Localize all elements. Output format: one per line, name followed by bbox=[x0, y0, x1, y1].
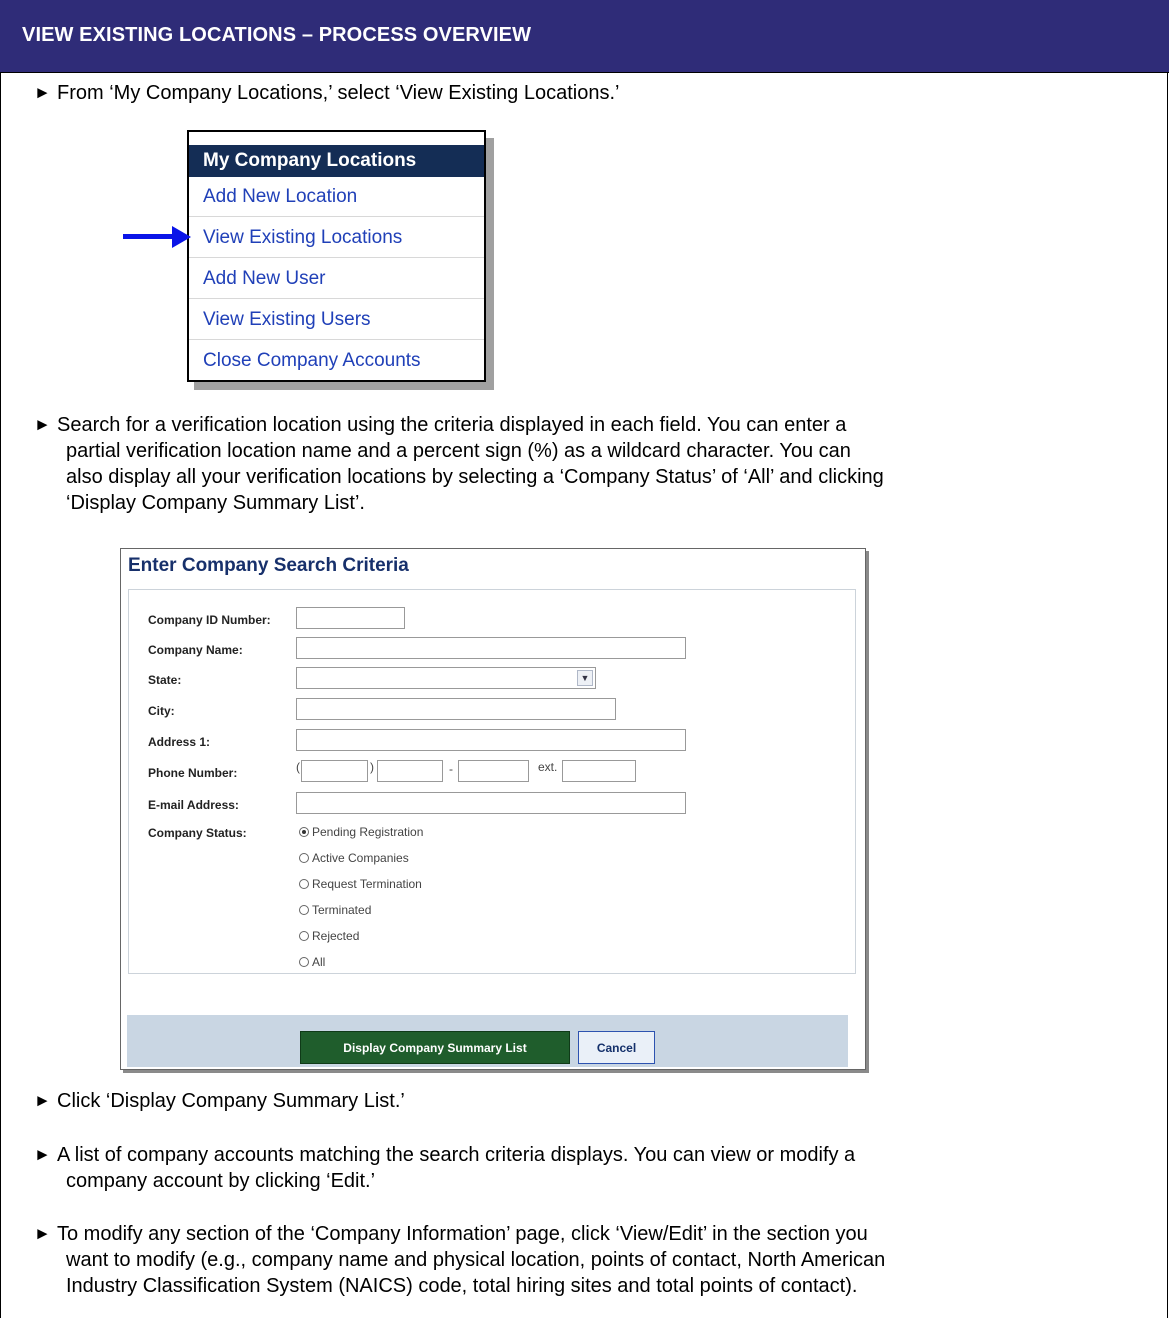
step-5-line-2: want to modify (e.g., company name and p… bbox=[66, 1249, 886, 1271]
state-label: State: bbox=[148, 673, 182, 687]
bullet-icon: ► bbox=[34, 1091, 51, 1110]
bullet-icon: ► bbox=[34, 1145, 51, 1164]
chevron-down-icon[interactable]: ▼ bbox=[577, 670, 593, 686]
section-header: VIEW EXISTING LOCATIONS – PROCESS OVERVI… bbox=[0, 0, 1169, 73]
phone-line-input[interactable] bbox=[458, 760, 529, 782]
company-name-input[interactable] bbox=[296, 637, 686, 659]
phone-ext-label: ext. bbox=[538, 760, 558, 774]
step-3-text: Click ‘Display Company Summary List.’ bbox=[57, 1090, 405, 1112]
email-input[interactable] bbox=[296, 792, 686, 814]
bullet-icon: ► bbox=[34, 83, 51, 102]
address-1-input[interactable] bbox=[296, 729, 686, 751]
menu-item-add-new-location[interactable]: Add New Location bbox=[203, 186, 357, 208]
bullet-icon: ► bbox=[34, 1224, 51, 1243]
status-option-all[interactable]: All bbox=[299, 955, 325, 969]
step-2-line-1: Search for a verification location using… bbox=[57, 414, 847, 436]
radio-icon[interactable] bbox=[299, 879, 309, 889]
pointer-arrow-head-icon bbox=[172, 226, 191, 248]
menu-item-add-new-user[interactable]: Add New User bbox=[203, 268, 326, 290]
company-locations-menu: My Company Locations Add New Location Vi… bbox=[187, 130, 486, 382]
company-status-label: Company Status: bbox=[148, 826, 247, 840]
phone-ext-input[interactable] bbox=[562, 760, 636, 782]
email-label: E-mail Address: bbox=[148, 798, 239, 812]
menu-divider bbox=[189, 216, 484, 217]
step-1-text: From ‘My Company Locations,’ select ‘Vie… bbox=[57, 82, 620, 104]
city-input[interactable] bbox=[296, 698, 616, 720]
status-option-request-termination[interactable]: Request Termination bbox=[299, 877, 422, 891]
address-1-label: Address 1: bbox=[148, 735, 211, 749]
phone-label: Phone Number: bbox=[148, 766, 238, 780]
radio-icon[interactable] bbox=[299, 853, 309, 863]
menu-item-view-existing-locations[interactable]: View Existing Locations bbox=[203, 227, 402, 249]
phone-prefix-input[interactable] bbox=[377, 760, 443, 782]
menu-divider bbox=[189, 298, 484, 299]
menu-item-close-company-accounts[interactable]: Close Company Accounts bbox=[203, 350, 421, 372]
state-select[interactable]: ▼ bbox=[296, 667, 596, 689]
city-label: City: bbox=[148, 704, 175, 718]
step-5-line-3: Industry Classification System (NAICS) c… bbox=[66, 1275, 858, 1297]
bullet-icon: ► bbox=[34, 415, 51, 434]
step-2-line-3: also display all your verification locat… bbox=[66, 466, 884, 488]
radio-icon[interactable] bbox=[299, 905, 309, 915]
phone-area-code-input[interactable] bbox=[301, 760, 368, 782]
search-panel-title: Enter Company Search Criteria bbox=[128, 555, 409, 576]
phone-open-paren: ( bbox=[296, 760, 300, 774]
status-option-rejected[interactable]: Rejected bbox=[299, 929, 359, 943]
cancel-button[interactable]: Cancel bbox=[578, 1031, 655, 1064]
menu-title: My Company Locations bbox=[203, 150, 417, 171]
menu-divider bbox=[189, 257, 484, 258]
menu-item-view-existing-users[interactable]: View Existing Users bbox=[203, 309, 371, 331]
step-2-line-2: partial verification location name and a… bbox=[66, 440, 851, 462]
phone-close-paren: ) bbox=[370, 760, 374, 774]
phone-dash: - bbox=[449, 762, 453, 776]
display-company-summary-list-button[interactable]: Display Company Summary List bbox=[300, 1031, 570, 1064]
step-4-line-2: company account by clicking ‘Edit.’ bbox=[66, 1170, 376, 1192]
radio-icon[interactable] bbox=[299, 931, 309, 941]
radio-selected-icon[interactable] bbox=[299, 827, 309, 837]
menu-header: My Company Locations bbox=[189, 145, 484, 177]
status-option-terminated[interactable]: Terminated bbox=[299, 903, 371, 917]
step-5-line-1: To modify any section of the ‘Company In… bbox=[57, 1223, 868, 1245]
status-option-active-companies[interactable]: Active Companies bbox=[299, 851, 409, 865]
company-name-label: Company Name: bbox=[148, 643, 243, 657]
step-4-line-1: A list of company accounts matching the … bbox=[57, 1144, 856, 1166]
page-title: VIEW EXISTING LOCATIONS – PROCESS OVERVI… bbox=[22, 24, 532, 46]
company-id-input[interactable] bbox=[296, 607, 405, 629]
pointer-arrow-icon bbox=[123, 234, 175, 239]
radio-icon[interactable] bbox=[299, 957, 309, 967]
menu-divider bbox=[189, 339, 484, 340]
status-option-pending-registration[interactable]: Pending Registration bbox=[299, 825, 423, 839]
company-id-label: Company ID Number: bbox=[148, 613, 271, 627]
step-2-line-4: ‘Display Company Summary List’. bbox=[66, 492, 365, 514]
